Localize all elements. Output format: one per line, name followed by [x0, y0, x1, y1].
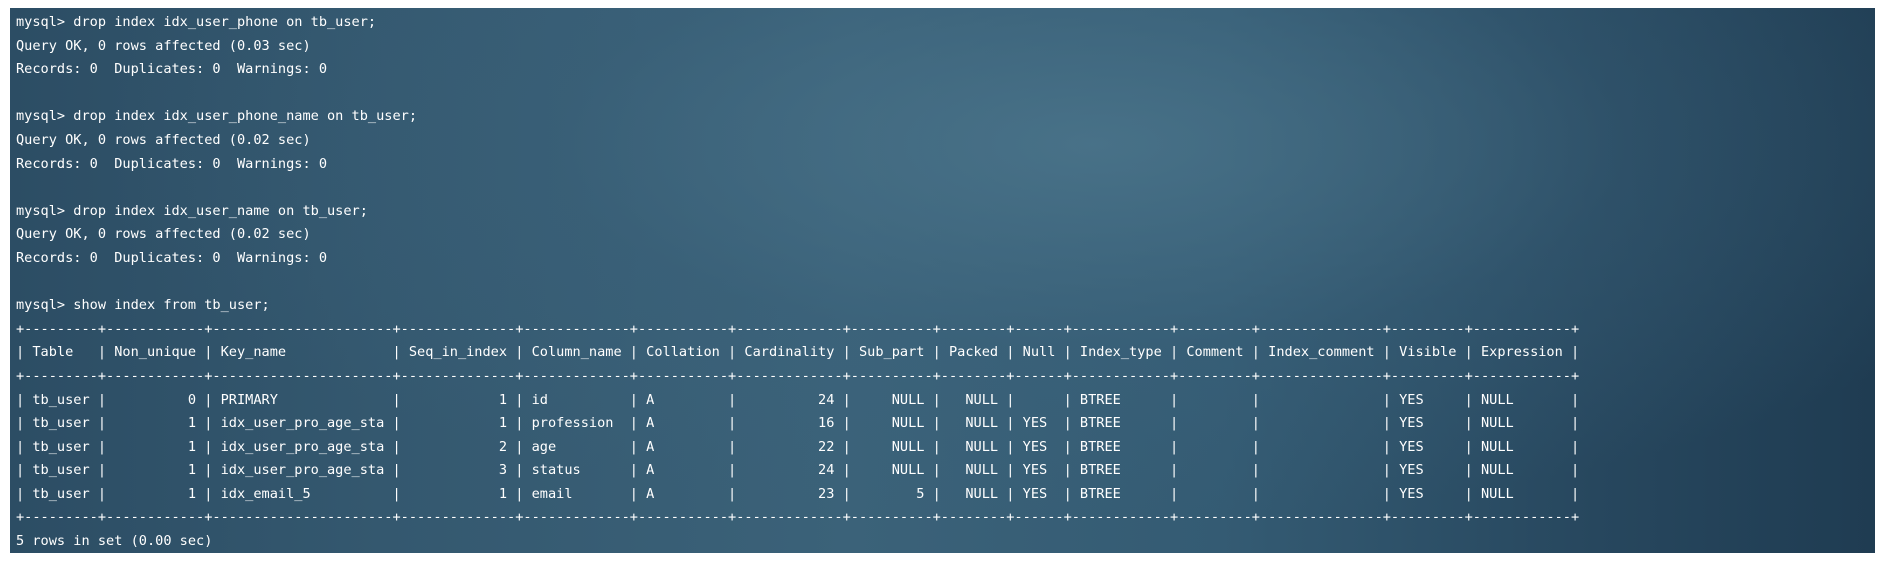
- records-summary-line: Records: 0 Duplicates: 0 Warnings: 0: [16, 61, 327, 78]
- terminal-output: mysql> drop index idx_user_phone on tb_u…: [16, 11, 1579, 553]
- command-line: mysql> drop index idx_user_phone_name on…: [16, 108, 418, 125]
- records-summary-line: Records: 0 Duplicates: 0 Warnings: 0: [16, 155, 327, 172]
- table-header-row: | Table | Non_unique | Key_name | Seq_in…: [16, 344, 1580, 361]
- query-result-line: Query OK, 0 rows affected (0.03 sec): [16, 37, 311, 54]
- rows-in-set-line: 5 rows in set (0.00 sec): [16, 533, 213, 550]
- table-row: | tb_user | 0 | PRIMARY | 1 | id | A | 2…: [16, 391, 1580, 408]
- command-line: mysql> drop index idx_user_name on tb_us…: [16, 202, 368, 219]
- command-line: mysql> drop index idx_user_phone on tb_u…: [16, 14, 377, 30]
- command-line: mysql> show index from tb_user;: [16, 297, 270, 314]
- query-result-line: Query OK, 0 rows affected (0.02 sec): [16, 226, 311, 243]
- table-row: | tb_user | 1 | idx_user_pro_age_sta | 3…: [16, 462, 1580, 479]
- table-row: | tb_user | 1 | idx_user_pro_age_sta | 1…: [16, 415, 1580, 432]
- table-border: +---------+------------+----------------…: [16, 367, 1580, 384]
- table-border: +---------+------------+----------------…: [16, 509, 1580, 526]
- records-summary-line: Records: 0 Duplicates: 0 Warnings: 0: [16, 249, 327, 266]
- table-border: +---------+------------+----------------…: [16, 320, 1580, 337]
- table-row: | tb_user | 1 | idx_email_5 | 1 | email …: [16, 485, 1580, 502]
- table-row: | tb_user | 1 | idx_user_pro_age_sta | 2…: [16, 438, 1580, 455]
- mysql-terminal-window[interactable]: mysql> drop index idx_user_phone on tb_u…: [10, 8, 1875, 553]
- query-result-line: Query OK, 0 rows affected (0.02 sec): [16, 131, 311, 148]
